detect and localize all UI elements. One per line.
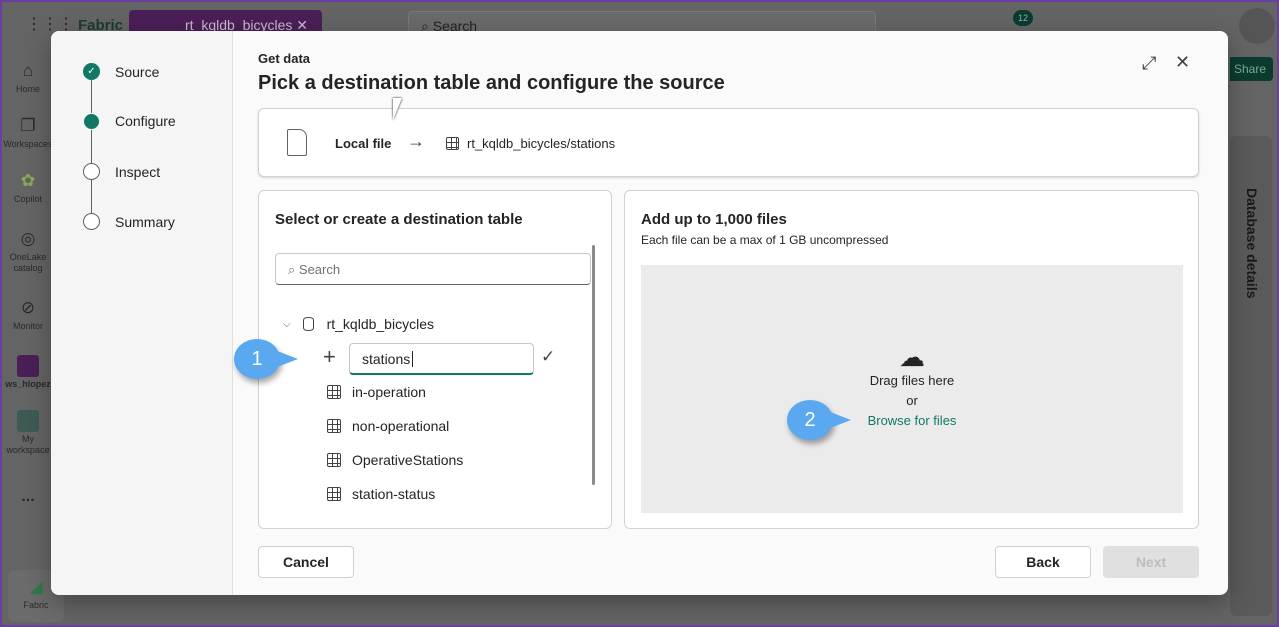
rail-workspaces[interactable]: ❐ Workspaces: [2, 115, 54, 149]
step-label: Source: [115, 63, 160, 80]
table-item[interactable]: non-operational: [327, 418, 449, 434]
cloud-upload-icon: ☁: [899, 342, 925, 372]
table-search-input[interactable]: ⌕ Search: [275, 253, 591, 285]
step-source: ✓ Source: [83, 63, 159, 80]
my-workspace-icon: [17, 410, 39, 432]
table-label: station-status: [352, 486, 436, 502]
database-details-panel[interactable]: Database details: [1230, 136, 1272, 616]
source-label: Local file: [335, 136, 392, 151]
rail-label: My workspace: [6, 434, 50, 455]
cancel-button[interactable]: Cancel: [258, 546, 354, 578]
pending-step-icon: [83, 163, 100, 180]
rail-onelake[interactable]: ◎ OneLake catalog: [2, 228, 54, 274]
drop-zone[interactable]: ☁ Drag files here or Browse for files: [641, 265, 1183, 513]
scrollbar[interactable]: [592, 245, 595, 485]
workspaces-icon: ❐: [20, 116, 36, 135]
step-summary: Summary: [83, 213, 175, 230]
arrow-right-icon: →: [407, 131, 425, 151]
rail-my-workspace[interactable]: My workspace: [2, 410, 54, 456]
rail-home[interactable]: ⌂ Home: [2, 60, 54, 94]
database-icon: [302, 317, 314, 331]
upload-subtitle: Each file can be a max of 1 GB uncompres…: [641, 233, 889, 247]
new-table-value: stations: [362, 351, 411, 367]
file-icon: [287, 129, 307, 156]
chevron-down-icon: ⌵: [283, 318, 291, 330]
rail-label: ws_hlopez: [5, 379, 51, 389]
table-icon: [327, 487, 341, 501]
rail-label: OneLake catalog: [9, 252, 47, 273]
share-button[interactable]: Share: [1230, 57, 1273, 81]
step-label: Inspect: [115, 163, 161, 180]
destination-title: Select or create a destination table: [275, 211, 523, 228]
search-placeholder: Search: [298, 262, 341, 277]
table-icon: [327, 419, 341, 433]
rail-label: Copilot: [13, 194, 42, 204]
more-button[interactable]: ...: [2, 488, 54, 506]
onelake-icon: ◎: [20, 229, 36, 248]
upload-card: Add up to 1,000 files Each file can be a…: [624, 190, 1199, 529]
back-button[interactable]: Back: [995, 546, 1091, 578]
dialog-eyebrow: Get data: [258, 51, 311, 66]
next-button[interactable]: Next: [1103, 546, 1199, 578]
table-icon: [327, 385, 341, 399]
table-label: non-operational: [352, 418, 450, 434]
destination-table-card: Select or create a destination table ⌕ S…: [258, 190, 612, 529]
table-item[interactable]: in-operation: [327, 384, 426, 400]
destination: rt_kqldb_bicycles/stations: [446, 136, 615, 151]
rail-label: Monitor: [12, 321, 43, 331]
home-icon: ⌂: [22, 61, 34, 80]
confirm-check-icon[interactable]: ✓: [541, 347, 555, 367]
destination-label: rt_kqldb_bicycles/stations: [467, 136, 616, 151]
table-icon: [446, 137, 459, 150]
browse-files-link[interactable]: Browse for files: [641, 413, 1183, 428]
pending-step-icon: [83, 213, 100, 230]
current-step-icon: [84, 113, 99, 129]
table-label: in-operation: [352, 384, 426, 400]
plus-icon: +: [323, 344, 336, 369]
stepper: ✓ Source Configure Inspect Summary: [51, 31, 233, 595]
step-inspect: Inspect: [83, 163, 160, 180]
side-panel-title: Database details: [1244, 188, 1260, 299]
rail-label: Home: [15, 84, 40, 94]
rail-label: Workspaces: [3, 139, 53, 149]
monitor-icon: ⊘: [20, 298, 36, 317]
table-item[interactable]: OperativeStations: [327, 452, 463, 468]
close-icon[interactable]: ✕: [1175, 52, 1190, 73]
mouse-cursor-icon: [393, 98, 402, 120]
upload-title: Add up to 1,000 files: [641, 211, 787, 228]
step-configure: Configure: [83, 113, 176, 129]
database-label: rt_kqldb_bicycles: [326, 316, 434, 332]
database-node[interactable]: ⌵ rt_kqldb_bicycles: [283, 316, 434, 332]
table-item[interactable]: station-status: [327, 486, 435, 502]
rail-copilot[interactable]: ✿ Copilot: [2, 170, 54, 204]
notification-badge[interactable]: 12: [1013, 10, 1033, 26]
rail-monitor[interactable]: ⊘ Monitor: [2, 297, 54, 331]
callout-1: 1: [234, 339, 298, 379]
check-icon: ✓: [83, 63, 100, 80]
table-icon: [327, 453, 341, 467]
get-data-dialog: ✓ Source Configure Inspect Summary Get da…: [51, 31, 1228, 595]
step-label: Summary: [115, 213, 175, 230]
rail-label: Fabric: [23, 600, 49, 610]
new-table-name-input[interactable]: stations: [349, 343, 534, 375]
copilot-icon: ✿: [20, 171, 36, 190]
expand-icon[interactable]: ⤢: [1142, 53, 1156, 74]
fabric-icon: ◢: [29, 577, 43, 596]
drag-text: Drag files here: [869, 373, 955, 388]
step-label: Configure: [115, 113, 176, 129]
workspace-icon: [17, 355, 39, 377]
or-text: or: [906, 393, 918, 408]
table-label: OperativeStations: [352, 452, 464, 468]
search-icon: ⌕: [288, 262, 296, 277]
callout-2: 2: [787, 400, 851, 440]
avatar[interactable]: [1239, 8, 1275, 44]
dialog-title: Pick a destination table and configure t…: [258, 72, 725, 94]
rail-workspace[interactable]: ws_hlopez: [2, 355, 54, 389]
